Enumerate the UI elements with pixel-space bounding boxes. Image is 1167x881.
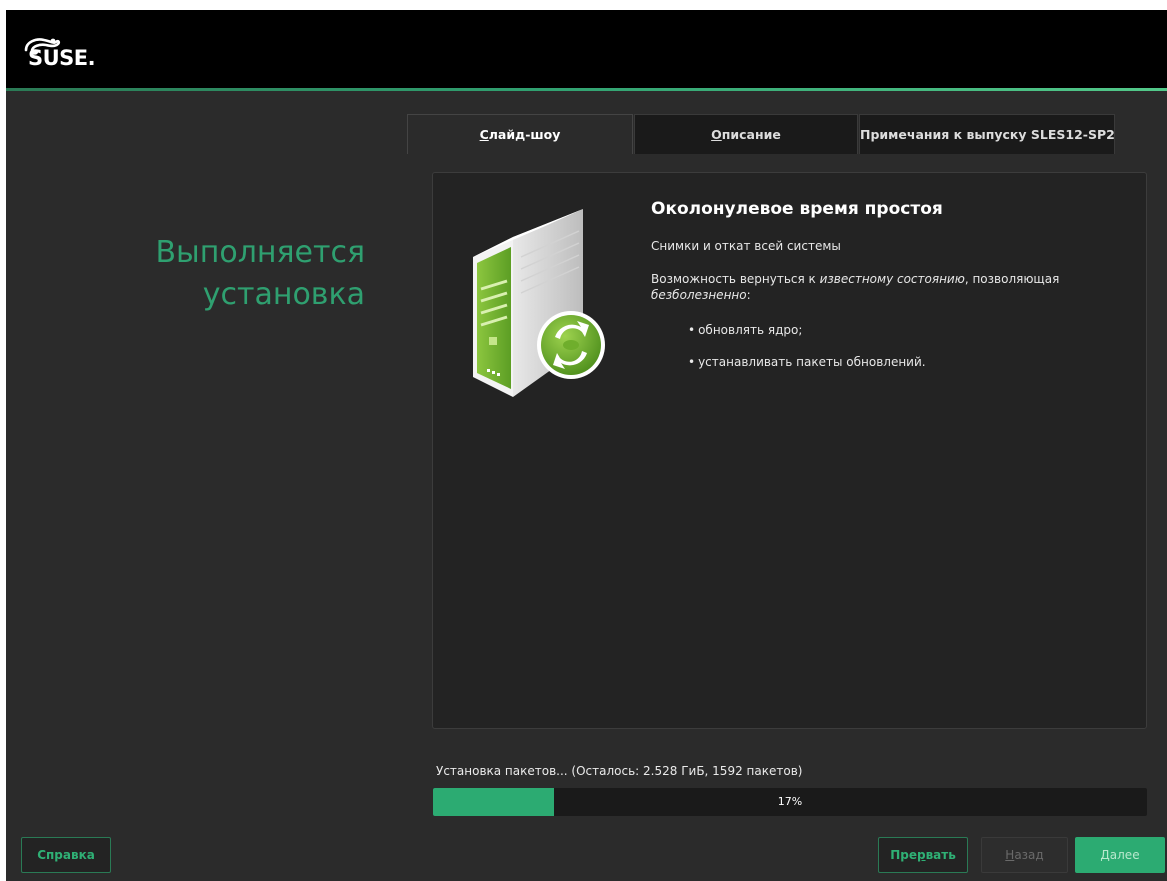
slide-body-text: Возможность вернуться к	[651, 272, 820, 286]
suse-logo-text: SUSE.	[28, 46, 96, 70]
back-label-part: азад	[1014, 848, 1044, 862]
page-title-line-2: установка	[202, 277, 365, 312]
abort-mnemonic: р	[916, 848, 926, 862]
header-accent-line	[6, 88, 1167, 91]
page-title: Выполняется установка	[25, 232, 365, 316]
tab-slideshow[interactable]: Слайд-шоу	[407, 114, 633, 154]
abort-label-part: Пре	[890, 848, 917, 862]
slide-subtitle: Снимки и откат всей системы	[651, 239, 841, 253]
help-button[interactable]: Справка	[21, 837, 111, 873]
install-progress-bar: 17%	[433, 788, 1147, 816]
slide-body: Возможность вернуться к известному состо…	[651, 271, 1121, 303]
progress-label: Установка пакетов... (Осталось: 2.528 Ги…	[436, 764, 803, 778]
abort-button[interactable]: Прервать	[878, 837, 968, 873]
next-button[interactable]: Далее	[1075, 837, 1165, 873]
slide-body-text: :	[746, 288, 751, 302]
page-title-line-1: Выполняется	[155, 235, 365, 270]
tab-description[interactable]: Описание	[634, 114, 858, 154]
back-button[interactable]: Назад	[981, 837, 1068, 873]
tab-description-label: Описание	[711, 127, 781, 142]
installer-window: SUSE. Выполняется установка Слайд-шоу Оп…	[6, 10, 1167, 881]
server-update-icon	[473, 209, 605, 397]
slide-bullet: обновлять ядро;	[688, 323, 802, 337]
slide-bullet: устанавливать пакеты обновлений.	[688, 355, 926, 369]
slide-body-emphasis: безболезненно	[651, 288, 747, 302]
back-mnemonic: Н	[1005, 848, 1015, 862]
slide-body-text: , позволяющая	[964, 272, 1060, 286]
tab-slideshow-label: Слайд-шоу	[479, 127, 561, 142]
abort-label-part: вать	[925, 848, 956, 862]
slideshow-panel: Околонулевое время простоя Снимки и отка…	[432, 172, 1147, 729]
slide-body-emphasis: известному состоянию	[819, 272, 965, 286]
progress-percent: 17%	[777, 795, 803, 808]
slide-title: Околонулевое время простоя	[651, 199, 943, 219]
tab-release-notes-label: Примечания к выпуску SLES12-SP2	[860, 127, 1115, 142]
tab-release-notes[interactable]: Примечания к выпуску SLES12-SP2	[859, 114, 1115, 154]
tab-bar: Слайд-шоу Описание Примечания к выпуску …	[407, 114, 1117, 154]
top-bar: SUSE.	[6, 10, 1167, 88]
